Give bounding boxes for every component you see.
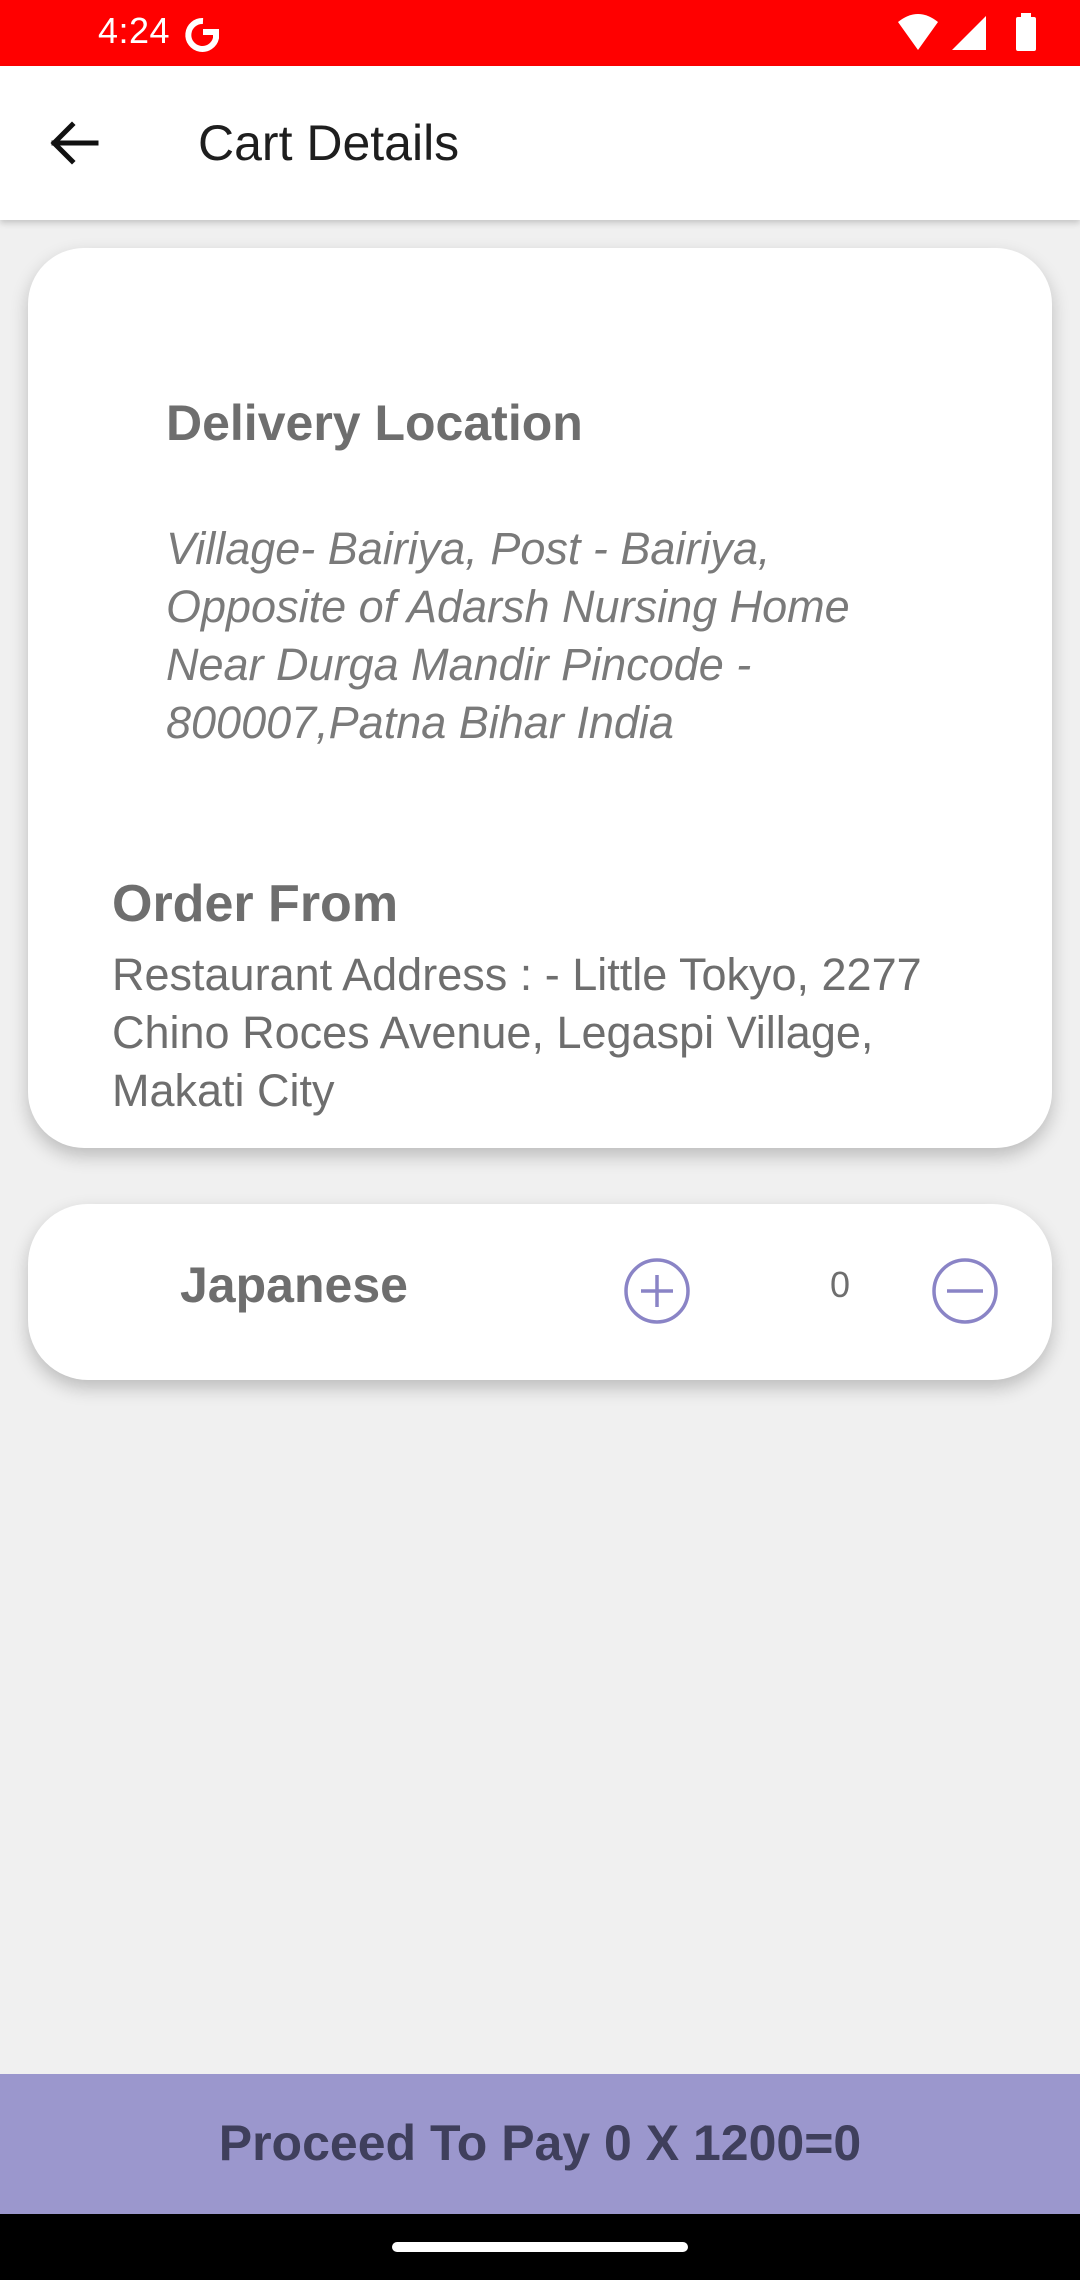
wifi-icon [898,14,938,50]
order-from-title: Order From [112,875,399,933]
delivery-address: Village- Bairiya, Post - Bairiya, Opposi… [166,523,850,748]
delivery-location-title: Delivery Location [166,395,583,451]
page-title: Cart Details [198,115,460,171]
status-time: 4:24 [98,10,171,51]
navigation-bar [0,2214,1080,2280]
minus-circle-icon[interactable] [930,1256,1000,1326]
arrow-back-icon[interactable] [44,116,108,170]
proceed-to-pay-button[interactable]: Proceed To Pay 0 X 1200=0 [0,2074,1080,2214]
restaurant-address: Restaurant Address : - Little Tokyo, 227… [112,949,922,1116]
empty-area [0,1408,1080,2074]
signal-icon [952,16,986,50]
cart-content: Delivery Location Village- Bairiya, Post… [0,220,1080,1408]
status-bar: 4:24 [0,0,1080,66]
app-bar: Cart Details [0,66,1080,220]
home-handle[interactable] [392,2242,688,2252]
cart-item-card: Japanese 0 [28,1204,1052,1380]
cart-item-name: Japanese [180,1257,408,1313]
plus-circle-icon[interactable] [622,1256,692,1326]
google-g-icon [185,18,219,52]
battery-icon [1016,13,1036,51]
quantity-value: 0 [829,1264,851,1305]
address-card: Delivery Location Village- Bairiya, Post… [28,248,1052,1148]
proceed-to-pay-label: Proceed To Pay 0 X 1200=0 [218,2115,862,2171]
